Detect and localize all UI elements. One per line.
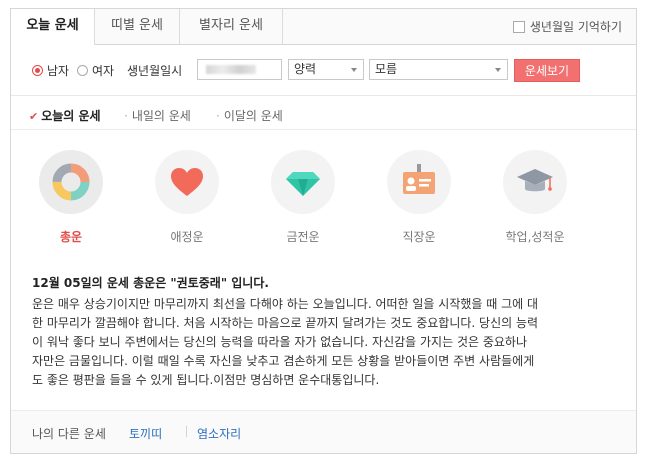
bullet-icon: · [216, 109, 220, 123]
category-study[interactable]: 학업,성적운 [485, 150, 585, 245]
diamond-icon [271, 150, 335, 214]
graduation-cap-icon [503, 150, 567, 214]
check-icon: ✔ [29, 110, 39, 123]
pie-chart-icon [39, 150, 103, 214]
redacted-birthdate [206, 65, 256, 74]
view-fortune-button[interactable]: 운세보기 [514, 59, 580, 82]
id-badge-icon [387, 150, 451, 214]
bullet-icon: · [124, 109, 128, 123]
fortune-line: 한 마무리가 깔끔해야 합니다. 처음 시작하는 마음으로 끝까지 달려가는 것… [32, 316, 539, 330]
category-money[interactable]: 금전운 [253, 150, 353, 245]
birth-datetime-label: 생년월일시 [127, 64, 183, 78]
category-love-label: 애정운 [170, 230, 204, 244]
checkbox-box[interactable] [512, 20, 525, 33]
tab-zodiac-animal-fortune[interactable]: 띠별 운세 [95, 9, 180, 44]
subtab-this-month[interactable]: · 이달의 운세 [216, 107, 283, 124]
birth-time-select[interactable]: 모름 [369, 59, 508, 80]
fortune-line: 자만은 금물입니다. 이럴 때일 수록 자신을 낮추고 겸손하게 모든 상황을 … [32, 354, 535, 368]
female-radio[interactable] [77, 65, 88, 76]
female-label: 여자 [92, 64, 115, 78]
category-overall-label: 총운 [59, 230, 83, 244]
fortune-line: 이 워낙 좋다 보니 주변에서는 당신의 능력을 따라올 자가 없습니다. 자신… [32, 335, 528, 349]
fortune-description: 12월 05일의 운세 총운은 "권토중래" 입니다. 운은 매우 상승기이지만… [32, 274, 627, 390]
birthdate-input[interactable] [197, 59, 282, 80]
heart-icon [155, 150, 219, 214]
category-career[interactable]: 직장운 [369, 150, 469, 245]
tab-today-fortune[interactable]: 오늘 운세 [11, 9, 95, 45]
remember-birthdate-checkbox[interactable]: 생년월일 기억하기 [512, 18, 622, 35]
fortune-line: 운은 매우 상승기이지만 마무리까지 최선을 다해야 하는 오늘입니다. 어떠한… [32, 297, 539, 311]
male-radio[interactable] [32, 65, 43, 76]
chevron-down-icon [351, 68, 357, 72]
category-money-label: 금전운 [286, 230, 320, 244]
remember-birthdate-label: 생년월일 기억하기 [529, 20, 622, 34]
birth-info-form: 남자 여자 생년월일시 양력 모름 운세보기 [11, 45, 636, 96]
subtab-today-label: 오늘의 운세 [41, 109, 101, 123]
rabbit-zodiac-link[interactable]: 토끼띠 [129, 425, 162, 442]
calendar-type-select[interactable]: 양력 [288, 59, 364, 80]
capricorn-link[interactable]: 염소자리 [197, 425, 241, 442]
other-fortunes-label: 나의 다른 운세 [32, 427, 106, 441]
subtab-tomorrow-label: 내일의 운세 [131, 109, 191, 123]
male-label: 남자 [47, 64, 70, 78]
subtab-today[interactable]: ✔ 오늘의 운세 [29, 107, 101, 124]
other-fortunes-footer: 나의 다른 운세 토끼띠 염소자리 [11, 410, 636, 453]
fortune-tabs: 오늘 운세 띠별 운세 별자리 운세 생년월일 기억하기 [11, 9, 636, 45]
category-love[interactable]: 애정운 [137, 150, 237, 245]
category-career-label: 직장운 [402, 230, 436, 244]
subtab-this-month-label: 이달의 운세 [223, 109, 283, 123]
fortune-widget: 오늘 운세 띠별 운세 별자리 운세 생년월일 기억하기 남자 여자 생년월일시… [10, 8, 637, 454]
subtab-tomorrow[interactable]: · 내일의 운세 [124, 107, 191, 124]
fortune-line: 도 좋은 평판을 들을 수 있게 됩니다.이점만 명심하면 운수대통입니다. [32, 373, 380, 387]
birth-time-value: 모름 [375, 62, 398, 76]
calendar-type-value: 양력 [294, 62, 317, 76]
chevron-down-icon [495, 68, 501, 72]
fortune-period-tabs: ✔ 오늘의 운세 · 내일의 운세 · 이달의 운세 [11, 96, 636, 130]
tab-star-sign-fortune[interactable]: 별자리 운세 [180, 9, 283, 44]
category-study-label: 학업,성적운 [505, 230, 565, 244]
divider [186, 426, 187, 437]
category-overall[interactable]: 총운 [21, 150, 121, 245]
fortune-title: 12월 05일의 운세 총운은 "권토중래" 입니다. [32, 276, 269, 290]
